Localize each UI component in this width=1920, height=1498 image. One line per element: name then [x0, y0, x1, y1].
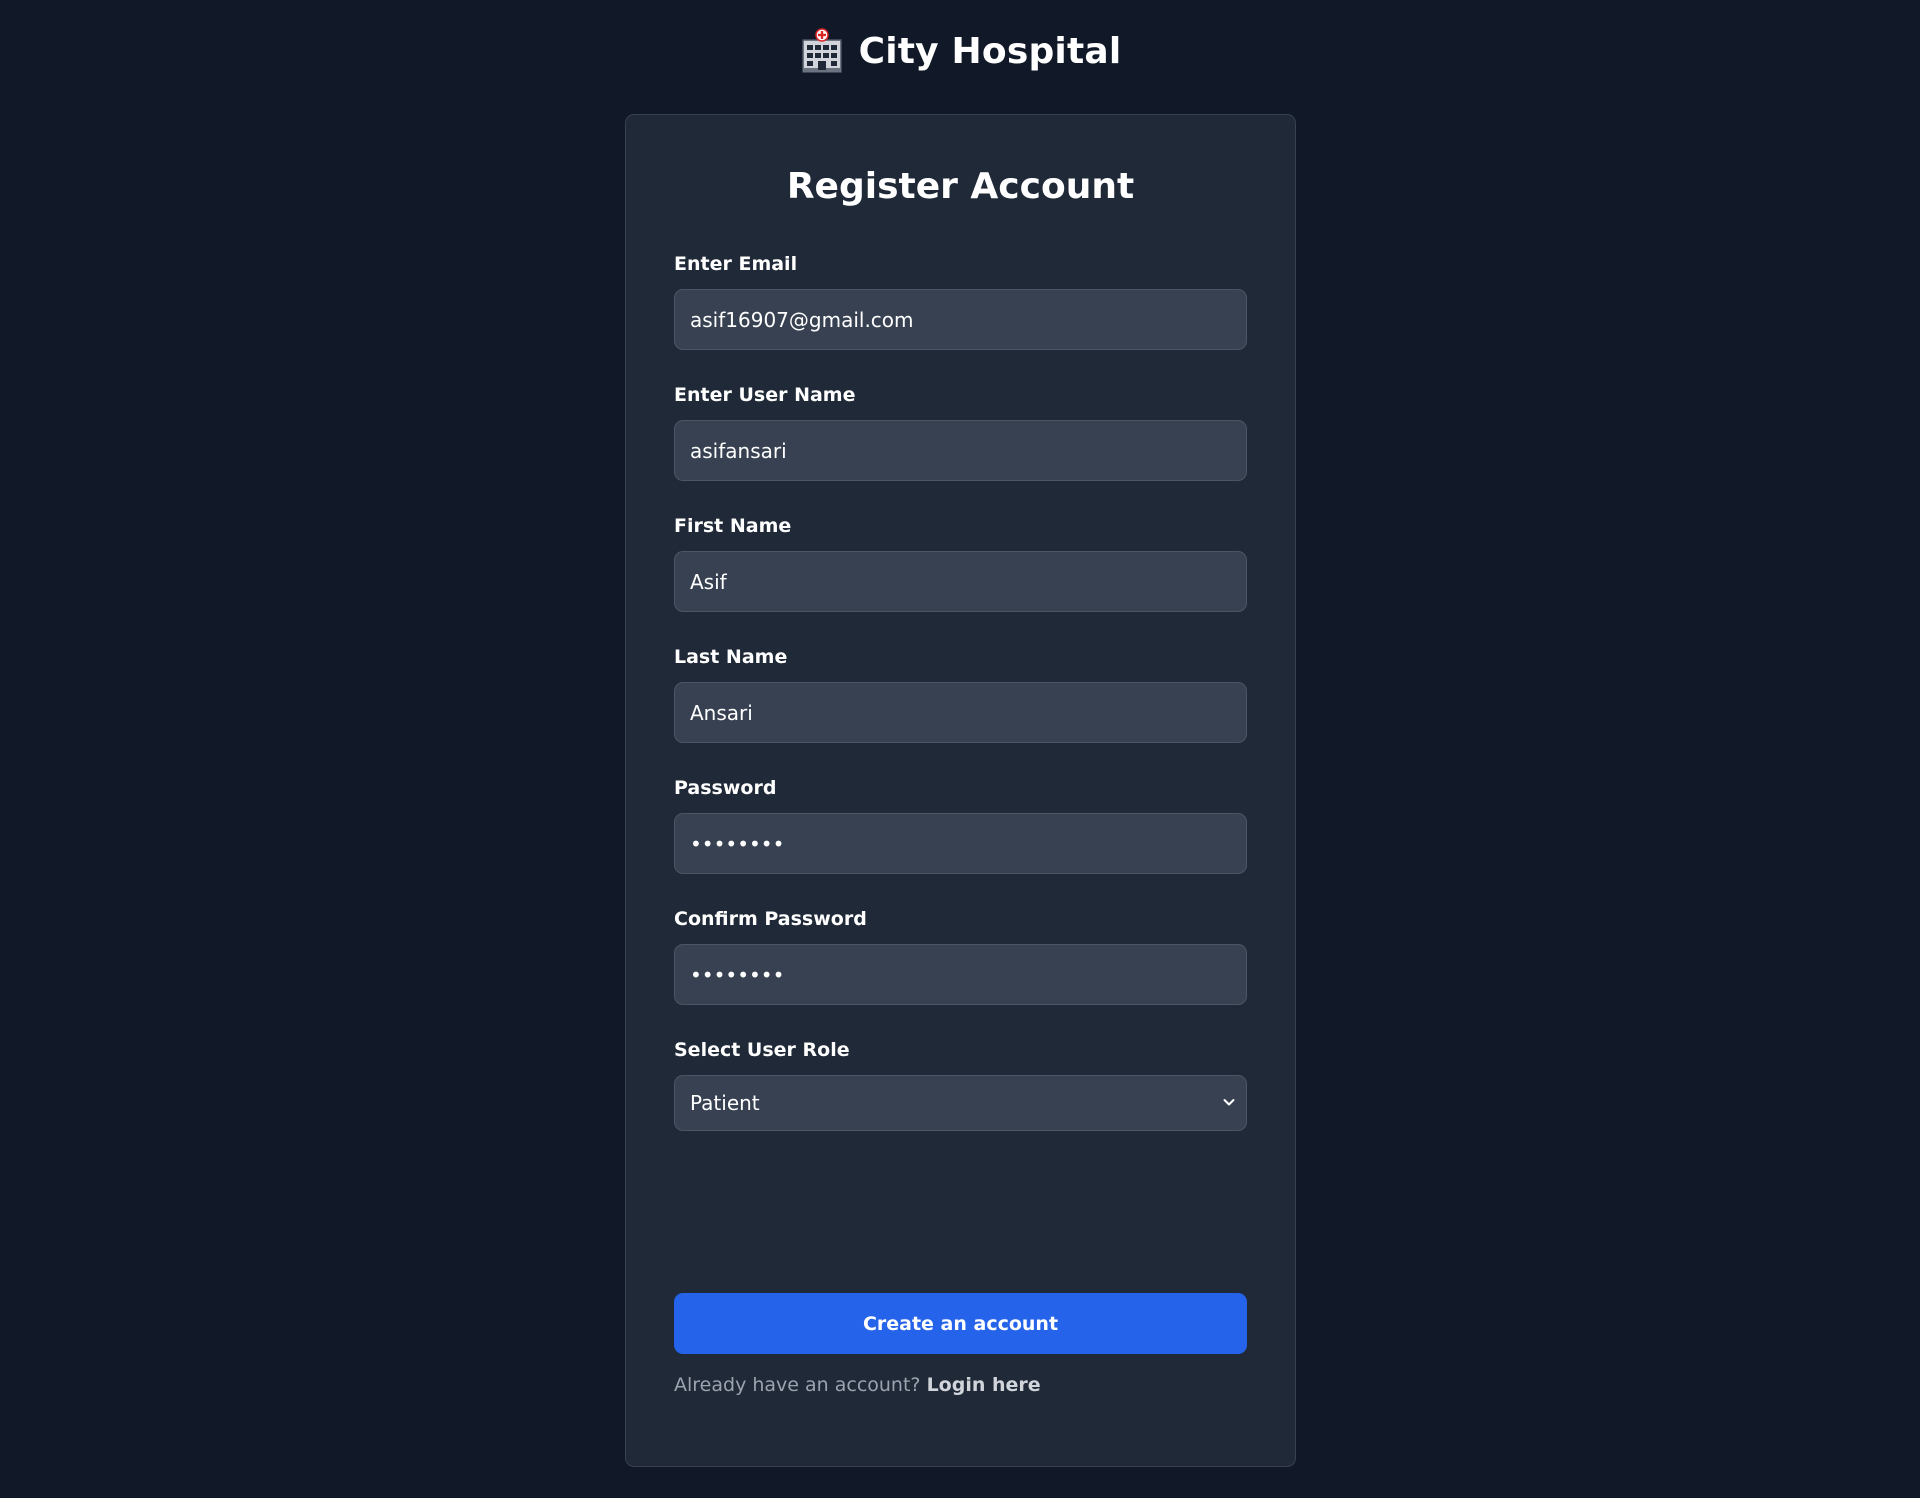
first-name-group: First Name: [674, 513, 1247, 612]
role-label: Select User Role: [674, 1039, 850, 1061]
confirm-password-group: Confirm Password: [674, 906, 1247, 1005]
username-field[interactable]: [674, 420, 1247, 481]
role-selected-value: Patient: [674, 1075, 1247, 1131]
login-link[interactable]: Login here: [927, 1374, 1041, 1396]
last-name-group: Last Name: [674, 644, 1247, 743]
chevron-down-icon: [1223, 1099, 1235, 1106]
register-card: Register Account Enter Email Enter User …: [625, 114, 1296, 1467]
login-prompt: Already have an account? Login here: [674, 1372, 1041, 1398]
confirm-password-label: Confirm Password: [674, 908, 867, 930]
email-field[interactable]: [674, 289, 1247, 350]
create-account-button[interactable]: Create an account: [674, 1293, 1247, 1354]
username-group: Enter User Name: [674, 382, 1247, 481]
role-select[interactable]: Patient: [674, 1075, 1247, 1131]
password-group: Password: [674, 775, 1247, 874]
first-name-field[interactable]: [674, 551, 1247, 612]
password-label: Password: [674, 777, 777, 799]
confirm-password-field[interactable]: [674, 944, 1247, 1005]
last-name-label: Last Name: [674, 646, 788, 668]
page-title: Register Account: [786, 166, 1135, 207]
first-name-label: First Name: [674, 515, 792, 537]
password-field[interactable]: [674, 813, 1247, 874]
role-group: Select User Role Patient: [674, 1037, 1247, 1131]
app-header: City Hospital: [0, 28, 1920, 74]
login-prompt-text: Already have an account?: [674, 1374, 921, 1396]
hospital-icon: [799, 28, 845, 74]
brand-name: City Hospital: [858, 30, 1122, 72]
email-label: Enter Email: [674, 253, 798, 275]
last-name-field[interactable]: [674, 682, 1247, 743]
email-group: Enter Email: [674, 251, 1247, 350]
username-label: Enter User Name: [674, 384, 856, 406]
